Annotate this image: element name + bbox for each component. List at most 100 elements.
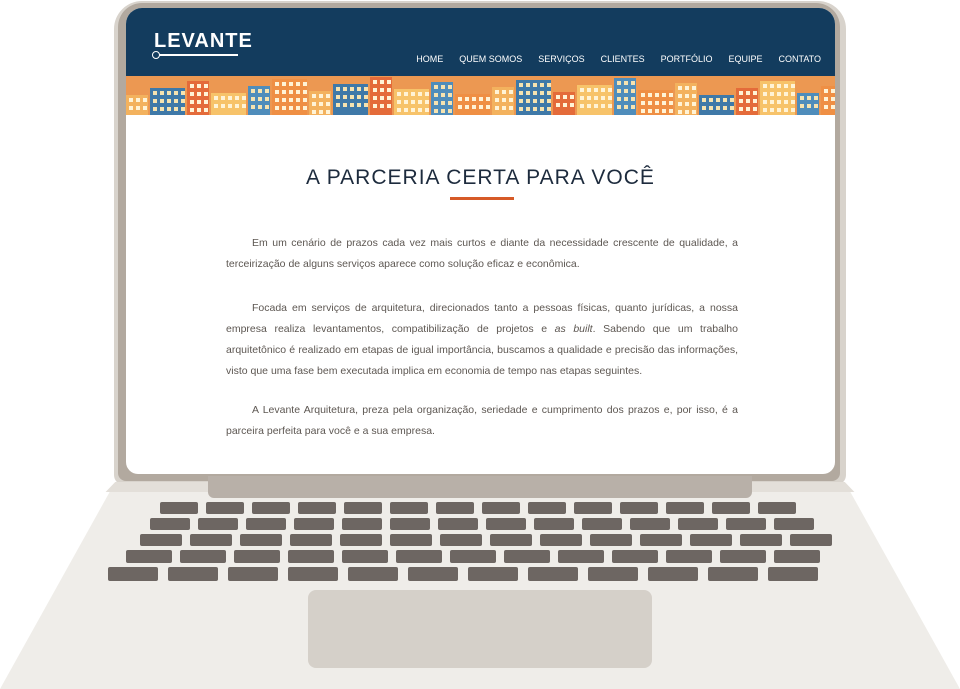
building-window	[831, 97, 835, 101]
building-window	[709, 98, 713, 102]
building-shape	[248, 86, 270, 115]
building-window	[251, 105, 255, 109]
building-window	[486, 105, 490, 109]
building-shape	[821, 86, 835, 115]
paragraph-services: Focada em serviços de arquitetura, direc…	[226, 298, 738, 382]
building-window	[387, 104, 391, 108]
building-window	[326, 102, 330, 106]
laptop-keyboard	[108, 500, 854, 584]
building-shape	[699, 95, 734, 115]
building-window	[519, 107, 523, 111]
building-window	[777, 84, 781, 88]
building-window	[448, 85, 452, 89]
building-window	[685, 94, 689, 98]
building-window	[214, 104, 218, 108]
paragraph-closing: A Levante Arquitetura, preza pela organi…	[226, 400, 738, 442]
keyboard-key	[140, 534, 182, 546]
building-window	[784, 92, 788, 96]
building-window	[669, 109, 673, 113]
building-window	[326, 110, 330, 114]
nav-item-quem-somos[interactable]: QUEM SOMOS	[459, 54, 522, 64]
building-window	[181, 107, 185, 111]
building-window	[404, 108, 408, 112]
building-window	[587, 96, 591, 100]
building-window	[730, 106, 734, 110]
building-window	[739, 107, 743, 111]
building-window	[723, 106, 727, 110]
building-window	[540, 91, 544, 95]
building-window	[129, 106, 133, 110]
building-window	[190, 108, 194, 112]
building-shape	[577, 85, 612, 115]
building-window	[814, 104, 818, 108]
building-window	[319, 110, 323, 114]
building-window	[204, 84, 208, 88]
building-shape	[516, 80, 551, 115]
keyboard-key	[408, 567, 458, 581]
building-window	[319, 102, 323, 106]
keyboard-key	[390, 518, 430, 530]
building-shape	[126, 95, 148, 115]
building-window	[631, 89, 635, 93]
keyboard-key	[344, 502, 382, 514]
building-window	[336, 87, 340, 91]
laptop-screen: LEVANTE HOME QUEM SOMOS SERVIÇOS CLIENTE…	[126, 8, 835, 474]
building-window	[404, 100, 408, 104]
building-window	[692, 94, 696, 98]
nav-item-home[interactable]: HOME	[416, 54, 443, 64]
paragraph-intro-text: Em um cenário de prazos cada vez mais cu…	[226, 237, 738, 270]
building-window	[380, 104, 384, 108]
building-window	[648, 109, 652, 113]
building-window	[753, 91, 757, 95]
keyboard-key	[342, 550, 388, 563]
building-window	[685, 86, 689, 90]
building-window	[418, 92, 422, 96]
building-window	[631, 105, 635, 109]
site-logo[interactable]: LEVANTE	[154, 30, 253, 53]
building-window	[601, 88, 605, 92]
nav-item-contato[interactable]: CONTATO	[779, 54, 822, 64]
building-window	[502, 106, 506, 110]
building-window	[174, 99, 178, 103]
building-window	[204, 92, 208, 96]
building-window	[655, 109, 659, 113]
building-window	[251, 97, 255, 101]
building-window	[174, 91, 178, 95]
keyboard-key	[206, 502, 244, 514]
building-shape	[675, 83, 697, 115]
building-window	[296, 98, 300, 102]
building-window	[624, 105, 628, 109]
keyboard-key	[708, 567, 758, 581]
building-window	[556, 95, 560, 99]
building-window	[479, 105, 483, 109]
building-window	[533, 99, 537, 103]
keyboard-key	[396, 550, 442, 563]
building-window	[197, 92, 201, 96]
building-window	[580, 88, 584, 92]
building-shape	[736, 88, 758, 115]
building-window	[265, 105, 269, 109]
building-window	[411, 100, 415, 104]
building-window	[791, 108, 795, 112]
nav-item-servicos[interactable]: SERVIÇOS	[538, 54, 584, 64]
logo-underline	[154, 54, 238, 56]
keyboard-key	[666, 550, 712, 563]
building-window	[153, 99, 157, 103]
nav-item-equipe[interactable]: EQUIPE	[728, 54, 762, 64]
building-window	[601, 104, 605, 108]
building-window	[228, 96, 232, 100]
building-window	[824, 97, 828, 101]
keyboard-key	[150, 518, 190, 530]
keyboard-key	[390, 534, 432, 546]
building-window	[486, 97, 490, 101]
building-window	[580, 104, 584, 108]
building-window	[197, 108, 201, 112]
building-window	[242, 96, 246, 100]
building-window	[617, 89, 621, 93]
building-window	[143, 106, 147, 110]
nav-item-portfolio[interactable]: PORTFÓLIO	[661, 54, 713, 64]
nav-item-clientes[interactable]: CLIENTES	[601, 54, 645, 64]
building-window	[547, 107, 551, 111]
building-window	[425, 100, 429, 104]
keyboard-key	[198, 518, 238, 530]
